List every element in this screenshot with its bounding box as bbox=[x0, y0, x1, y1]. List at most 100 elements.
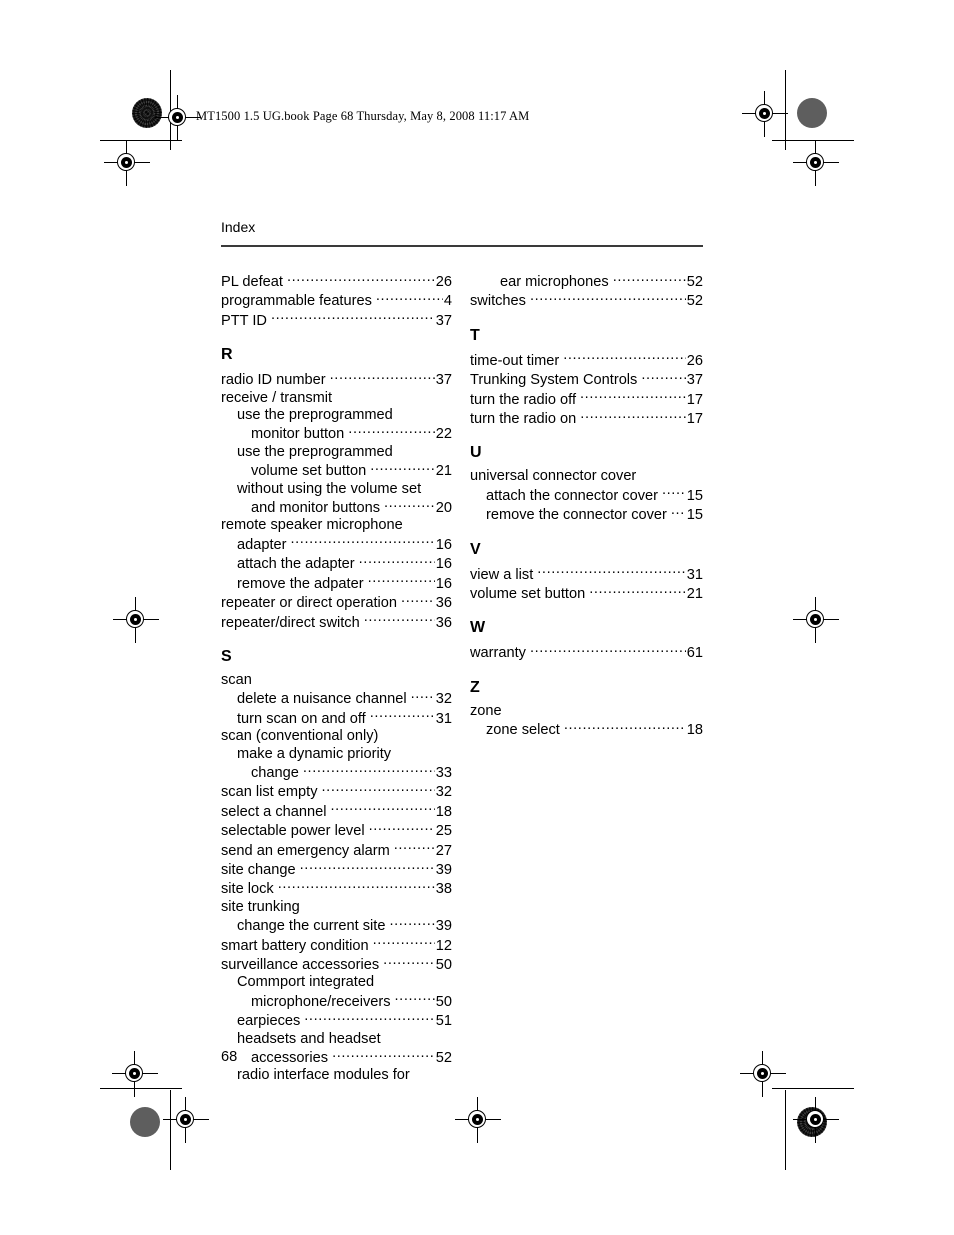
index-entry-dot-leader bbox=[394, 841, 435, 855]
index-entry[interactable]: site change 39 bbox=[221, 860, 452, 879]
reg-mark-top-right-outer bbox=[793, 140, 839, 186]
index-entry[interactable]: view a list 31 bbox=[470, 565, 703, 584]
index-entry[interactable]: repeater or direct operation 36 bbox=[221, 593, 452, 612]
index-entry-label: site lock bbox=[221, 881, 274, 898]
index-entry-page-number: 37 bbox=[435, 372, 452, 389]
index-entry[interactable]: PTT ID 37 bbox=[221, 311, 452, 330]
reg-mark-bottom-left bbox=[112, 1051, 158, 1097]
reg-mark-bottom-right bbox=[740, 1051, 786, 1097]
index-entry[interactable]: radio interface modules for bbox=[221, 1067, 452, 1084]
index-entry[interactable]: attach the connector cover 15 bbox=[470, 486, 703, 505]
index-entry-page-number: 15 bbox=[686, 507, 703, 524]
index-entry[interactable]: earpieces 51 bbox=[221, 1011, 452, 1030]
index-entry-page-number: 33 bbox=[435, 764, 452, 781]
index-entry[interactable]: volume set button 21 bbox=[221, 461, 452, 480]
index-entry-dot-leader bbox=[370, 461, 435, 475]
index-entry[interactable]: universal connector cover bbox=[470, 468, 703, 485]
index-entry[interactable]: scan bbox=[221, 672, 452, 689]
index-entry[interactable]: surveillance accessories 50 bbox=[221, 955, 452, 974]
index-entry-label: attach the adapter bbox=[237, 556, 355, 573]
index-entry[interactable]: repeater/direct switch 36 bbox=[221, 613, 452, 632]
index-entry[interactable]: and monitor buttons 20 bbox=[221, 498, 452, 517]
index-entry[interactable]: without using the volume set bbox=[221, 481, 452, 498]
index-entry-page-number: 32 bbox=[435, 784, 452, 801]
index-entry[interactable]: PL defeat 26 bbox=[221, 272, 452, 291]
index-entry-label: ear microphones bbox=[500, 274, 609, 290]
index-entry[interactable]: remove the adpater 16 bbox=[221, 574, 452, 593]
index-entry[interactable]: headsets and headset bbox=[221, 1031, 452, 1048]
index-entry[interactable]: smart battery condition 12 bbox=[221, 936, 452, 955]
index-entry-page-number: 16 bbox=[435, 536, 452, 553]
index-entry-dot-leader bbox=[613, 272, 686, 286]
index-entry-dot-leader bbox=[300, 860, 435, 874]
index-entry[interactable]: accessories 52 bbox=[221, 1048, 452, 1067]
index-entry[interactable]: Commport integrated bbox=[221, 974, 452, 991]
index-entry-dot-leader bbox=[330, 802, 434, 816]
index-entry-label: without using the volume set bbox=[237, 480, 422, 497]
index-entry[interactable]: site trunking bbox=[221, 899, 452, 916]
index-entry[interactable]: scan list empty 32 bbox=[221, 782, 452, 801]
index-entry[interactable]: change 33 bbox=[221, 763, 452, 782]
index-entry[interactable]: Trunking System Controls 37 bbox=[470, 370, 703, 389]
index-entry[interactable]: switches 52 bbox=[470, 291, 703, 310]
index-entry[interactable]: warranty 61 bbox=[470, 643, 703, 662]
index-entry[interactable]: remote speaker microphone bbox=[221, 517, 452, 534]
index-entry-label: attach the connector cover bbox=[486, 487, 658, 504]
index-entry-label: and monitor buttons bbox=[251, 500, 380, 517]
index-section-letter: U bbox=[470, 444, 482, 462]
index-entry[interactable]: zone select 18 bbox=[470, 720, 703, 739]
reg-mark-right-middle bbox=[793, 597, 839, 643]
index-entry-label: remove the connector cover bbox=[486, 507, 667, 524]
index-entry-dot-leader bbox=[589, 584, 686, 598]
index-entry-page-number: 26 bbox=[686, 352, 703, 369]
index-entry-dot-leader bbox=[332, 1048, 435, 1062]
index-entry[interactable]: radio ID number 37 bbox=[221, 370, 452, 389]
reg-mark-top-left-outer bbox=[104, 140, 150, 186]
index-entry[interactable]: ear microphones 52 bbox=[470, 272, 703, 291]
index-entry-label: change bbox=[251, 764, 299, 781]
index-entry-label: use the preprogrammed bbox=[237, 407, 393, 424]
index-entry[interactable]: use the preprogrammed bbox=[221, 407, 452, 424]
index-entry-label: Trunking System Controls bbox=[470, 372, 638, 389]
index-entry[interactable]: time-out timer 26 bbox=[470, 351, 703, 370]
index-entry-page-number: 18 bbox=[435, 803, 452, 820]
index-section-letter: S bbox=[221, 647, 232, 665]
halftone-dot-top-right bbox=[797, 98, 827, 128]
reg-mark-top-right bbox=[742, 91, 788, 137]
index-entry-page-number: 16 bbox=[435, 556, 452, 573]
index-entry[interactable]: turn scan on and off 31 bbox=[221, 709, 452, 728]
index-entry-dot-leader bbox=[384, 498, 435, 512]
index-entry-dot-leader bbox=[304, 1011, 434, 1025]
halftone-dot-bottom-left bbox=[130, 1107, 160, 1137]
index-entry[interactable]: microphone/receivers 50 bbox=[221, 992, 452, 1011]
index-entry[interactable]: programmable features 4 bbox=[221, 291, 452, 310]
index-entry[interactable]: site lock 38 bbox=[221, 879, 452, 898]
index-entry[interactable]: monitor button 22 bbox=[221, 424, 452, 443]
index-entry[interactable]: attach the adapter 16 bbox=[221, 554, 452, 573]
reg-mark-bottom-right-outer bbox=[793, 1097, 839, 1143]
reg-mark-bottom-center bbox=[455, 1097, 501, 1143]
index-entry-dot-leader bbox=[662, 486, 686, 500]
index-entry[interactable]: turn the radio on 17 bbox=[470, 409, 703, 428]
index-entry[interactable]: scan (conventional only) bbox=[221, 728, 452, 745]
index-entry[interactable]: use the preprogrammed bbox=[221, 444, 452, 461]
index-entry[interactable]: turn the radio off 17 bbox=[470, 390, 703, 409]
index-entry[interactable]: select a channel 18 bbox=[221, 802, 452, 821]
index-entry[interactable]: adapter 16 bbox=[221, 535, 452, 554]
index-entry-label: time-out timer bbox=[470, 352, 560, 369]
index-entry-page-number: 17 bbox=[686, 391, 703, 408]
index-entry[interactable]: change the current site 39 bbox=[221, 916, 452, 935]
index-entry-dot-leader bbox=[278, 879, 435, 893]
index-entry-dot-leader bbox=[287, 272, 435, 286]
index-entry-page-number: 52 bbox=[686, 293, 703, 310]
index-entry-dot-leader bbox=[303, 763, 435, 777]
index-entry[interactable]: remove the connector cover 15 bbox=[470, 505, 703, 524]
index-entry[interactable]: make a dynamic priority bbox=[221, 746, 452, 763]
index-entry-label: send an emergency alarm bbox=[221, 842, 390, 859]
index-entry[interactable]: receive / transmit bbox=[221, 390, 452, 407]
index-entry[interactable]: send an emergency alarm 27 bbox=[221, 841, 452, 860]
index-entry[interactable]: zone bbox=[470, 703, 703, 720]
index-entry[interactable]: selectable power level 25 bbox=[221, 821, 452, 840]
index-entry[interactable]: delete a nuisance channel 32 bbox=[221, 689, 452, 708]
index-entry[interactable]: volume set button 21 bbox=[470, 584, 703, 603]
